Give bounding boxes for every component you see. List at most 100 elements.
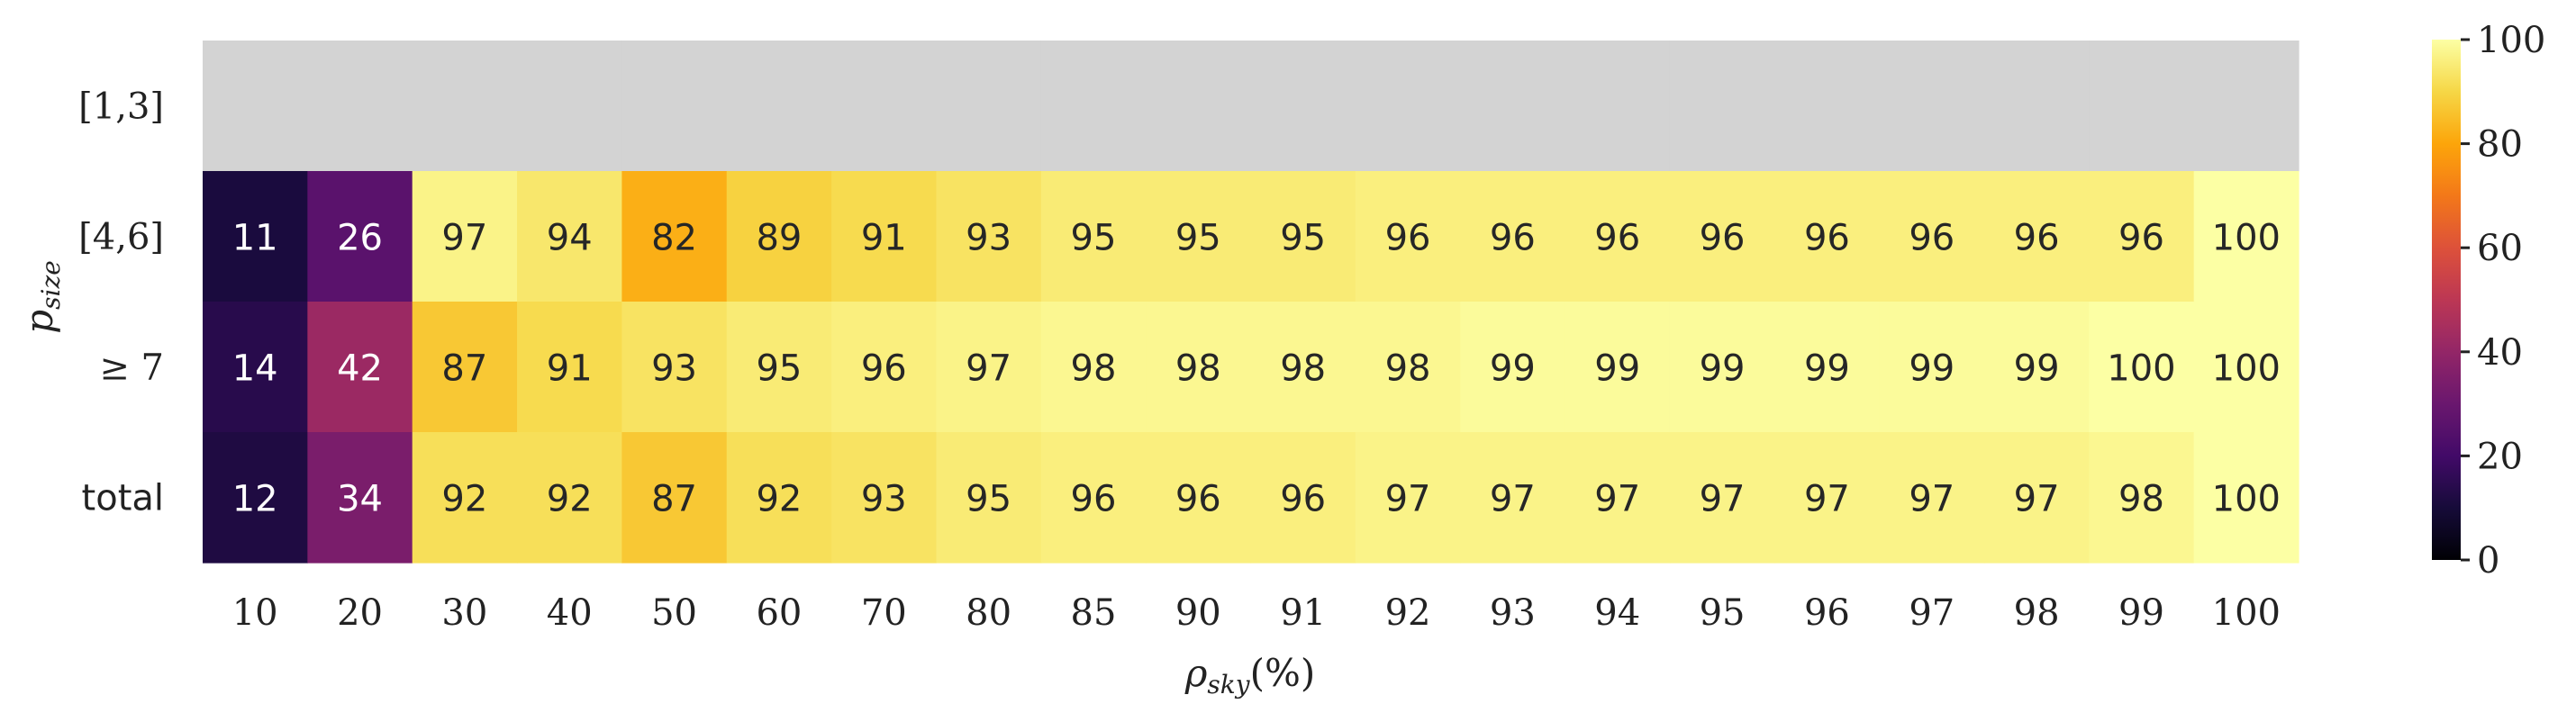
- cell-value-label: 11: [232, 218, 278, 259]
- cell-value-label: 26: [337, 218, 383, 259]
- cell-value-label: 99: [1909, 348, 1955, 390]
- x-tick-label: 99: [2118, 592, 2164, 634]
- x-tick-label: 85: [1071, 592, 1117, 634]
- heatmap-chart: 11 26 97 94 82 89 91 93 95 95 95 96 96 96 96 96 96 96 96 10…: [17, 20, 2545, 699]
- heatmap-cell-missing: [412, 41, 518, 172]
- cell-value-label: 96: [2014, 218, 2060, 259]
- heatmap-cell-missing: [1774, 41, 1881, 172]
- cell-value-label: 97: [1804, 479, 1850, 520]
- y-tick-label: total: [82, 478, 164, 519]
- x-tick-label: 93: [1490, 592, 1536, 634]
- cell-value-label: 99: [1804, 348, 1850, 390]
- cell-value-label: 99: [2014, 348, 2060, 390]
- colorbar-tick-label: 40: [2477, 332, 2523, 374]
- cell-value-label: 100: [2212, 348, 2281, 390]
- heatmap-cell-missing: [1146, 41, 1252, 172]
- cell-value-label: 100: [2212, 218, 2281, 259]
- y-tick-label: [1,3]: [78, 86, 164, 128]
- x-tick-label: 92: [1385, 592, 1431, 634]
- colorbar: [2432, 40, 2461, 560]
- cell-value-label: 96: [1700, 218, 1746, 259]
- cell-value-label: 97: [2014, 479, 2060, 520]
- heatmap-cell-missing: [517, 41, 622, 172]
- x-tick-label: 50: [651, 592, 697, 634]
- heatmap-cell-missing: [1669, 41, 1775, 172]
- cell-value-label: 12: [232, 479, 278, 520]
- heatmap-cell-missing: [1355, 41, 1461, 172]
- colorbar-ticks: 0 20 40 60 80 100: [2461, 20, 2545, 582]
- x-tick-label: 10: [232, 592, 278, 634]
- cell-value-label: 96: [2118, 218, 2164, 259]
- cell-value-label: 97: [1909, 479, 1955, 520]
- y-axis-label: psize: [17, 260, 66, 334]
- cell-value-label: 97: [1490, 479, 1536, 520]
- x-tick-label: 94: [1594, 592, 1640, 634]
- heatmap-cells: [203, 41, 2299, 564]
- cell-value-label: 92: [756, 479, 802, 520]
- heatmap-cell-missing: [2193, 41, 2299, 172]
- cell-value-label: 82: [651, 218, 697, 259]
- x-tick-label: 96: [1804, 592, 1850, 634]
- colorbar-tick-label: 80: [2477, 124, 2523, 166]
- cell-value-label: 99: [1490, 348, 1536, 390]
- heatmap-cell-missing: [1250, 41, 1356, 172]
- heatmap-cell-missing: [621, 41, 728, 172]
- x-tick-label: 20: [337, 592, 383, 634]
- cell-value-label: 92: [441, 479, 487, 520]
- cell-value-label: 93: [861, 479, 907, 520]
- x-tick-label: 95: [1700, 592, 1746, 634]
- cell-value-label: 95: [1175, 218, 1221, 259]
- x-axis-ticks: 10 20 30 40 50 60 70 80 85 90 91 92 93 94 95 96 97 98 99 10…: [232, 592, 2281, 634]
- cell-value-label: 95: [1071, 218, 1117, 259]
- x-tick-label: 70: [861, 592, 907, 634]
- cell-value-label: 96: [1385, 218, 1431, 259]
- x-tick-label: 98: [2014, 592, 2060, 634]
- cell-value-label: 100: [2212, 479, 2281, 520]
- colorbar-tick-label: 100: [2477, 20, 2545, 61]
- cell-value-label: 91: [861, 218, 907, 259]
- y-tick-label: ≥ 7: [99, 347, 164, 389]
- x-tick-label: 97: [1909, 592, 1955, 634]
- x-tick-label: 90: [1175, 592, 1221, 634]
- cell-value-label: 94: [547, 218, 593, 259]
- cell-value-label: 96: [1490, 218, 1536, 259]
- heatmap-cell-missing: [307, 41, 413, 172]
- heatmap-cell-missing: [1983, 41, 2090, 172]
- x-tick-label: 30: [441, 592, 487, 634]
- x-tick-label: 80: [966, 592, 1011, 634]
- cell-value-label: 89: [756, 218, 802, 259]
- heatmap-cell-missing: [1460, 41, 1566, 172]
- cell-value-label: 34: [337, 479, 383, 520]
- cell-value-label: 100: [2107, 348, 2175, 390]
- heatmap-cell-missing: [1565, 41, 1671, 172]
- heatmap-cell-missing: [726, 41, 832, 172]
- x-tick-label: 100: [2212, 592, 2281, 634]
- cell-value-label: 99: [1594, 348, 1640, 390]
- heatmap-cell-missing: [1879, 41, 1985, 172]
- cell-value-label: 95: [756, 348, 802, 390]
- cell-value-label: 92: [547, 479, 593, 520]
- cell-value-label: 87: [651, 479, 697, 520]
- cell-value-label: 42: [337, 348, 383, 390]
- heatmap-cell-missing: [1040, 41, 1147, 172]
- cell-value-label: 98: [2118, 479, 2164, 520]
- cell-value-label: 93: [651, 348, 697, 390]
- cell-value-label: 91: [547, 348, 593, 390]
- cell-value-label: 98: [1280, 348, 1326, 390]
- cell-value-label: 95: [1280, 218, 1326, 259]
- cell-value-label: 96: [1280, 479, 1326, 520]
- cell-value-label: 97: [1385, 479, 1431, 520]
- heatmap-cell-missing: [831, 41, 938, 172]
- x-axis-label: ρsky(%): [1184, 651, 1316, 699]
- cell-value-label: 96: [861, 348, 907, 390]
- cell-value-label: 14: [232, 348, 278, 390]
- heatmap-cell-missing: [2089, 41, 2195, 172]
- heatmap-cell-missing: [203, 41, 308, 172]
- colorbar-tick-label: 0: [2477, 540, 2499, 582]
- x-tick-label: 91: [1280, 592, 1326, 634]
- cell-value-label: 93: [966, 218, 1011, 259]
- colorbar-tick-label: 20: [2477, 436, 2523, 477]
- cell-value-label: 99: [1700, 348, 1746, 390]
- cell-value-label: 96: [1175, 479, 1221, 520]
- y-axis-ticks: [1,3] [4,6] ≥ 7 total: [78, 86, 164, 519]
